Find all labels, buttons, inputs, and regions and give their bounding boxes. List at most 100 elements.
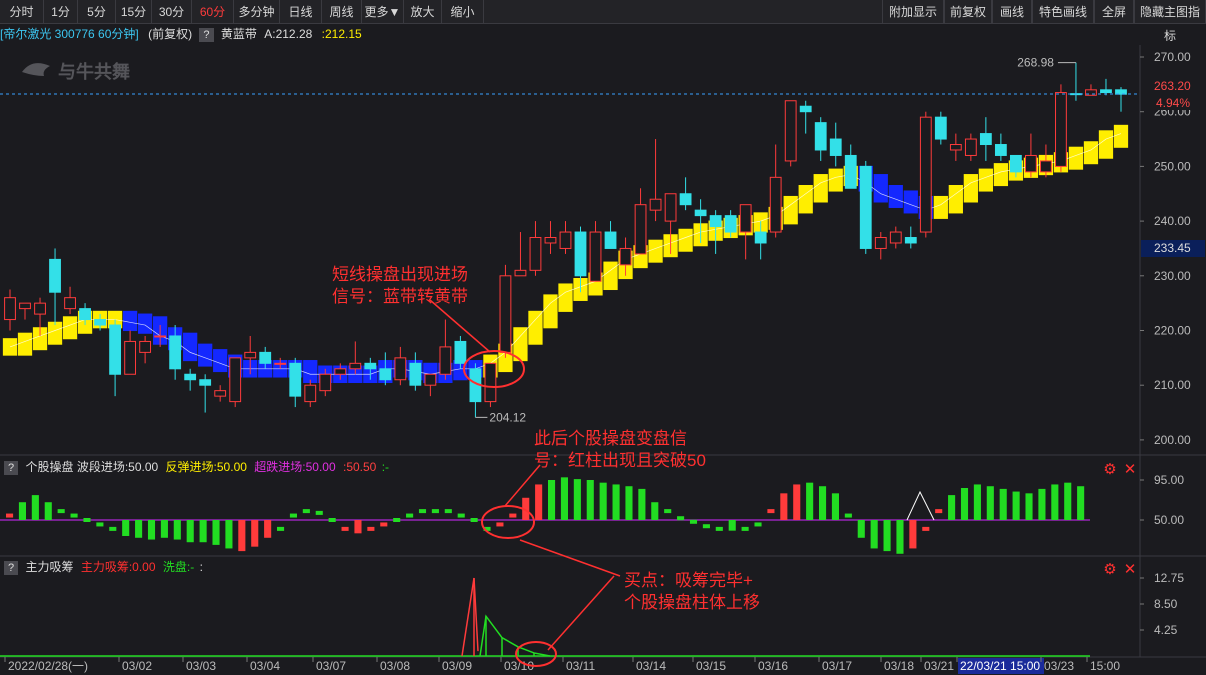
gear-icon[interactable]: ⚙ <box>1103 560 1116 578</box>
candle-body <box>949 144 962 151</box>
close-icon[interactable]: ✕ <box>1124 460 1137 478</box>
osc-bar <box>909 520 917 549</box>
candle-body <box>4 297 16 321</box>
cursor-date-label: 22/03/21 15:00 <box>960 659 1040 673</box>
band-segment <box>993 163 1009 187</box>
osc-bar <box>354 520 362 534</box>
candle-body <box>1055 92 1067 167</box>
osc-bar <box>754 522 762 527</box>
date-label: 03/21 <box>924 659 954 673</box>
gear-icon[interactable]: ⚙ <box>1103 460 1116 478</box>
band-segment <box>978 168 993 192</box>
candle-body <box>514 269 527 277</box>
osc-bar <box>264 520 272 538</box>
osc-bar <box>651 502 659 520</box>
candle-body <box>724 215 737 233</box>
osc-bar <box>870 520 878 549</box>
band-segment <box>948 184 963 214</box>
candle-body <box>1025 154 1037 173</box>
candle-body <box>184 373 197 381</box>
osc-bar <box>625 486 633 520</box>
high-label: 268.98 <box>1017 56 1054 70</box>
candle-body <box>259 351 272 364</box>
osc-bar <box>70 513 78 518</box>
candle-body <box>664 193 677 222</box>
axis-tick-label: 250.00 <box>1154 159 1191 173</box>
cursor-price-label: 233.45 <box>1154 241 1191 255</box>
osc-bar <box>277 526 285 531</box>
candle-body <box>934 116 947 140</box>
osc-bar <box>586 480 594 520</box>
candle-body <box>94 319 106 326</box>
candle-body <box>109 324 121 375</box>
axis-tick-label: 270.00 <box>1154 50 1191 64</box>
osc-bar <box>393 518 401 522</box>
candle-body <box>139 340 152 353</box>
current-price-label: 263.20 <box>1154 79 1191 93</box>
osc-bar <box>328 518 336 522</box>
axis-tick-label: 200.00 <box>1154 433 1191 447</box>
osc-bar <box>844 513 852 518</box>
candle-body <box>79 308 91 321</box>
osc-bar <box>509 513 517 518</box>
band-segment <box>558 283 573 312</box>
band-segment <box>888 184 903 208</box>
watermark: 与牛共舞 <box>58 61 130 82</box>
osc-bar <box>251 520 259 547</box>
candle-body <box>334 368 347 375</box>
candle-body <box>679 193 692 206</box>
band-segment <box>183 332 198 362</box>
candle-body <box>574 231 587 277</box>
osc-peak-line <box>906 490 935 521</box>
candle-body <box>889 231 902 244</box>
osc-bar <box>677 516 685 521</box>
osc-bar <box>612 484 620 520</box>
accum-spike <box>461 577 479 657</box>
panel2-item: :- <box>381 460 390 474</box>
osc-bar <box>573 479 581 520</box>
band-segment <box>873 174 888 203</box>
band-segment <box>783 195 798 225</box>
osc-bar <box>315 510 323 515</box>
date-label: 03/09 <box>442 659 472 673</box>
candle-body <box>244 351 257 359</box>
osc-bar <box>548 480 556 520</box>
axis-tick-label: 4.25 <box>1154 623 1178 637</box>
highlight-circle <box>481 505 535 539</box>
candle-body <box>49 258 61 293</box>
candle-body <box>304 384 317 403</box>
osc-bar <box>289 513 298 518</box>
panel2-item: 波段进场:50.00 <box>76 460 159 474</box>
osc-bar <box>715 526 723 531</box>
band-segment <box>813 174 828 203</box>
help-icon[interactable]: ? <box>4 561 19 575</box>
osc-bar <box>212 520 220 545</box>
candle-body <box>919 116 932 233</box>
osc-bar <box>470 518 478 522</box>
osc-bar <box>109 526 117 531</box>
osc-bar <box>238 520 246 552</box>
help-icon[interactable]: ? <box>4 461 19 475</box>
panel2-header: ? 个股操盘 波段进场:50.00 反弹进场:50.00 超跌进场:50.00 … <box>0 459 389 475</box>
annotation-reversal-signal: 号：红柱出现且突破50 <box>534 451 706 470</box>
osc-bar <box>160 520 168 538</box>
band-segment <box>122 310 138 332</box>
osc-bar <box>31 495 39 520</box>
osc-bar <box>199 520 207 543</box>
panel2-item: 超跌进场:50.00 <box>254 460 336 474</box>
panel2-name: 个股操盘 <box>25 460 74 474</box>
osc-bar <box>18 502 27 520</box>
band-segment <box>1113 124 1129 148</box>
osc-bar <box>535 484 543 520</box>
panel3-item: 主力吸筹:0.00 <box>80 560 156 574</box>
band-segment <box>303 360 318 384</box>
candle-body <box>739 204 752 233</box>
panel2-item: :50.50 <box>342 460 377 474</box>
osc-bar <box>973 484 981 520</box>
candle-body <box>604 231 617 249</box>
candle-body <box>964 138 977 156</box>
band-segment <box>963 174 978 203</box>
candle-body <box>814 122 827 151</box>
panel3-item: : <box>199 560 203 574</box>
close-icon[interactable]: ✕ <box>1124 560 1137 578</box>
